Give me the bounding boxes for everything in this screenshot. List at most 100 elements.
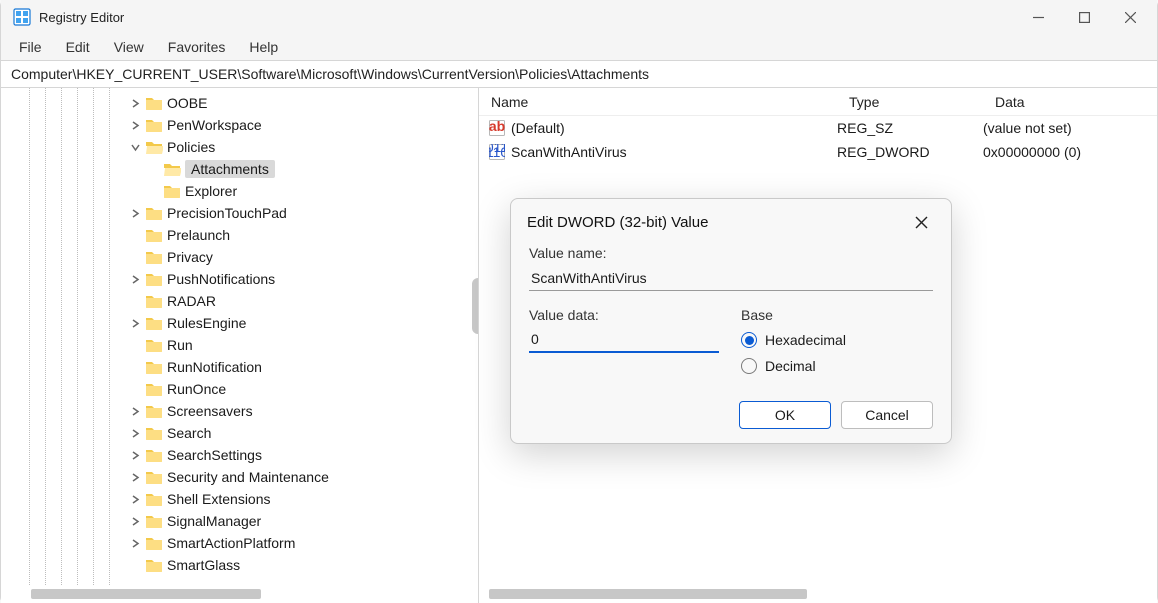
tree-item-label: Attachments	[185, 160, 275, 178]
menu-help[interactable]: Help	[237, 36, 290, 58]
cancel-button[interactable]: Cancel	[841, 401, 933, 429]
tree-item-security-and-maintenance[interactable]: Security and Maintenance	[1, 466, 478, 488]
expander-icon[interactable]	[127, 513, 143, 529]
value-data-input[interactable]	[529, 327, 719, 353]
menu-edit[interactable]: Edit	[54, 36, 102, 58]
maximize-button[interactable]	[1061, 0, 1107, 34]
tree-item-label: Run	[167, 337, 201, 353]
list-hscroll[interactable]	[489, 589, 1125, 599]
tree-item-precisiontouchpad[interactable]: PrecisionTouchPad	[1, 202, 478, 224]
value-data: (value not set)	[983, 120, 1157, 136]
value-row[interactable]: 011110ScanWithAntiVirusREG_DWORD0x000000…	[479, 140, 1157, 164]
radio-empty-icon	[741, 358, 757, 374]
tree-item-oobe[interactable]: OOBE	[1, 92, 478, 114]
folder-icon	[145, 490, 163, 508]
tree-item-runnotification[interactable]: RunNotification	[1, 356, 478, 378]
menu-favorites[interactable]: Favorites	[156, 36, 238, 58]
col-data[interactable]: Data	[983, 94, 1157, 110]
expander-icon[interactable]	[127, 469, 143, 485]
address-bar[interactable]: Computer\HKEY_CURRENT_USER\Software\Micr…	[1, 60, 1157, 88]
tree-item-rulesengine[interactable]: RulesEngine	[1, 312, 478, 334]
expander-none	[127, 337, 143, 353]
tree-item-radar[interactable]: RADAR	[1, 290, 478, 312]
expander-icon[interactable]	[127, 139, 143, 155]
tree-item-label: Screensavers	[167, 403, 261, 419]
expander-icon[interactable]	[127, 491, 143, 507]
tree-item-signalmanager[interactable]: SignalManager	[1, 510, 478, 532]
tree-item-privacy[interactable]: Privacy	[1, 246, 478, 268]
expander-none	[145, 183, 161, 199]
tree-item-attachments[interactable]: Attachments	[1, 158, 478, 180]
tree-item-label: Prelaunch	[167, 227, 238, 243]
tree-item-smartactionplatform[interactable]: SmartActionPlatform	[1, 532, 478, 554]
tree-item-screensavers[interactable]: Screensavers	[1, 400, 478, 422]
tree-item-smartglass[interactable]: SmartGlass	[1, 554, 478, 576]
tree-item-label: RulesEngine	[167, 315, 254, 331]
expander-icon[interactable]	[127, 447, 143, 463]
titlebar: Registry Editor	[1, 0, 1157, 34]
expander-icon[interactable]	[127, 403, 143, 419]
tree-item-run[interactable]: Run	[1, 334, 478, 356]
tree-item-pushnotifications[interactable]: PushNotifications	[1, 268, 478, 290]
folder-icon	[145, 116, 163, 134]
menu-view[interactable]: View	[102, 36, 156, 58]
value-type: REG_SZ	[837, 120, 983, 136]
expander-icon[interactable]	[127, 117, 143, 133]
expander-none	[145, 161, 161, 177]
tree-hscroll-thumb[interactable]	[31, 589, 261, 599]
app-icon	[13, 8, 31, 26]
value-data: 0x00000000 (0)	[983, 144, 1157, 160]
tree-item-shell-extensions[interactable]: Shell Extensions	[1, 488, 478, 510]
col-name[interactable]: Name	[479, 94, 837, 110]
folder-icon	[145, 358, 163, 376]
key-tree[interactable]: OOBE PenWorkspace Policies Attachments Explo…	[1, 88, 479, 603]
expander-icon[interactable]	[127, 425, 143, 441]
folder-icon	[145, 468, 163, 486]
tree-item-label: SmartGlass	[167, 557, 248, 573]
radio-hexadecimal[interactable]: Hexadecimal	[741, 327, 933, 353]
expander-none	[127, 557, 143, 573]
expander-icon[interactable]	[127, 205, 143, 221]
radio-decimal[interactable]: Decimal	[741, 353, 933, 379]
tree-item-explorer[interactable]: Explorer	[1, 180, 478, 202]
tree-item-runonce[interactable]: RunOnce	[1, 378, 478, 400]
value-name-input[interactable]	[529, 265, 933, 291]
tree-item-policies[interactable]: Policies	[1, 136, 478, 158]
close-button[interactable]	[1107, 0, 1153, 34]
value-row[interactable]: ab(Default)REG_SZ(value not set)	[479, 116, 1157, 140]
expander-none	[127, 381, 143, 397]
tree-scrollbar-thumb[interactable]	[472, 278, 479, 334]
expander-none	[127, 227, 143, 243]
tree-item-label: PushNotifications	[167, 271, 283, 287]
value-name: (Default)	[511, 120, 837, 136]
folder-icon	[145, 336, 163, 354]
expander-icon[interactable]	[127, 535, 143, 551]
menu-file[interactable]: File	[7, 36, 54, 58]
binary-value-icon: 011110	[489, 144, 505, 160]
folder-open-icon	[163, 160, 181, 178]
tree-item-label: Shell Extensions	[167, 491, 279, 507]
tree-item-search[interactable]: Search	[1, 422, 478, 444]
tree-item-searchsettings[interactable]: SearchSettings	[1, 444, 478, 466]
dialog-title: Edit DWORD (32-bit) Value	[527, 214, 907, 231]
expander-icon[interactable]	[127, 315, 143, 331]
folder-icon	[145, 534, 163, 552]
list-hscroll-thumb[interactable]	[489, 589, 807, 599]
tree-item-penworkspace[interactable]: PenWorkspace	[1, 114, 478, 136]
col-type[interactable]: Type	[837, 94, 983, 110]
radio-dec-label: Decimal	[765, 358, 816, 374]
tree-item-label: Security and Maintenance	[167, 469, 337, 485]
tree-hscroll[interactable]	[11, 589, 451, 599]
ok-button[interactable]: OK	[739, 401, 831, 429]
folder-icon	[145, 556, 163, 574]
dialog-close-button[interactable]	[907, 208, 935, 236]
folder-icon	[145, 94, 163, 112]
tree-item-prelaunch[interactable]: Prelaunch	[1, 224, 478, 246]
minimize-button[interactable]	[1015, 0, 1061, 34]
expander-icon[interactable]	[127, 95, 143, 111]
expander-none	[127, 249, 143, 265]
folder-icon	[145, 446, 163, 464]
tree-item-label: RunNotification	[167, 359, 270, 375]
expander-icon[interactable]	[127, 271, 143, 287]
tree-item-label: PenWorkspace	[167, 117, 270, 133]
